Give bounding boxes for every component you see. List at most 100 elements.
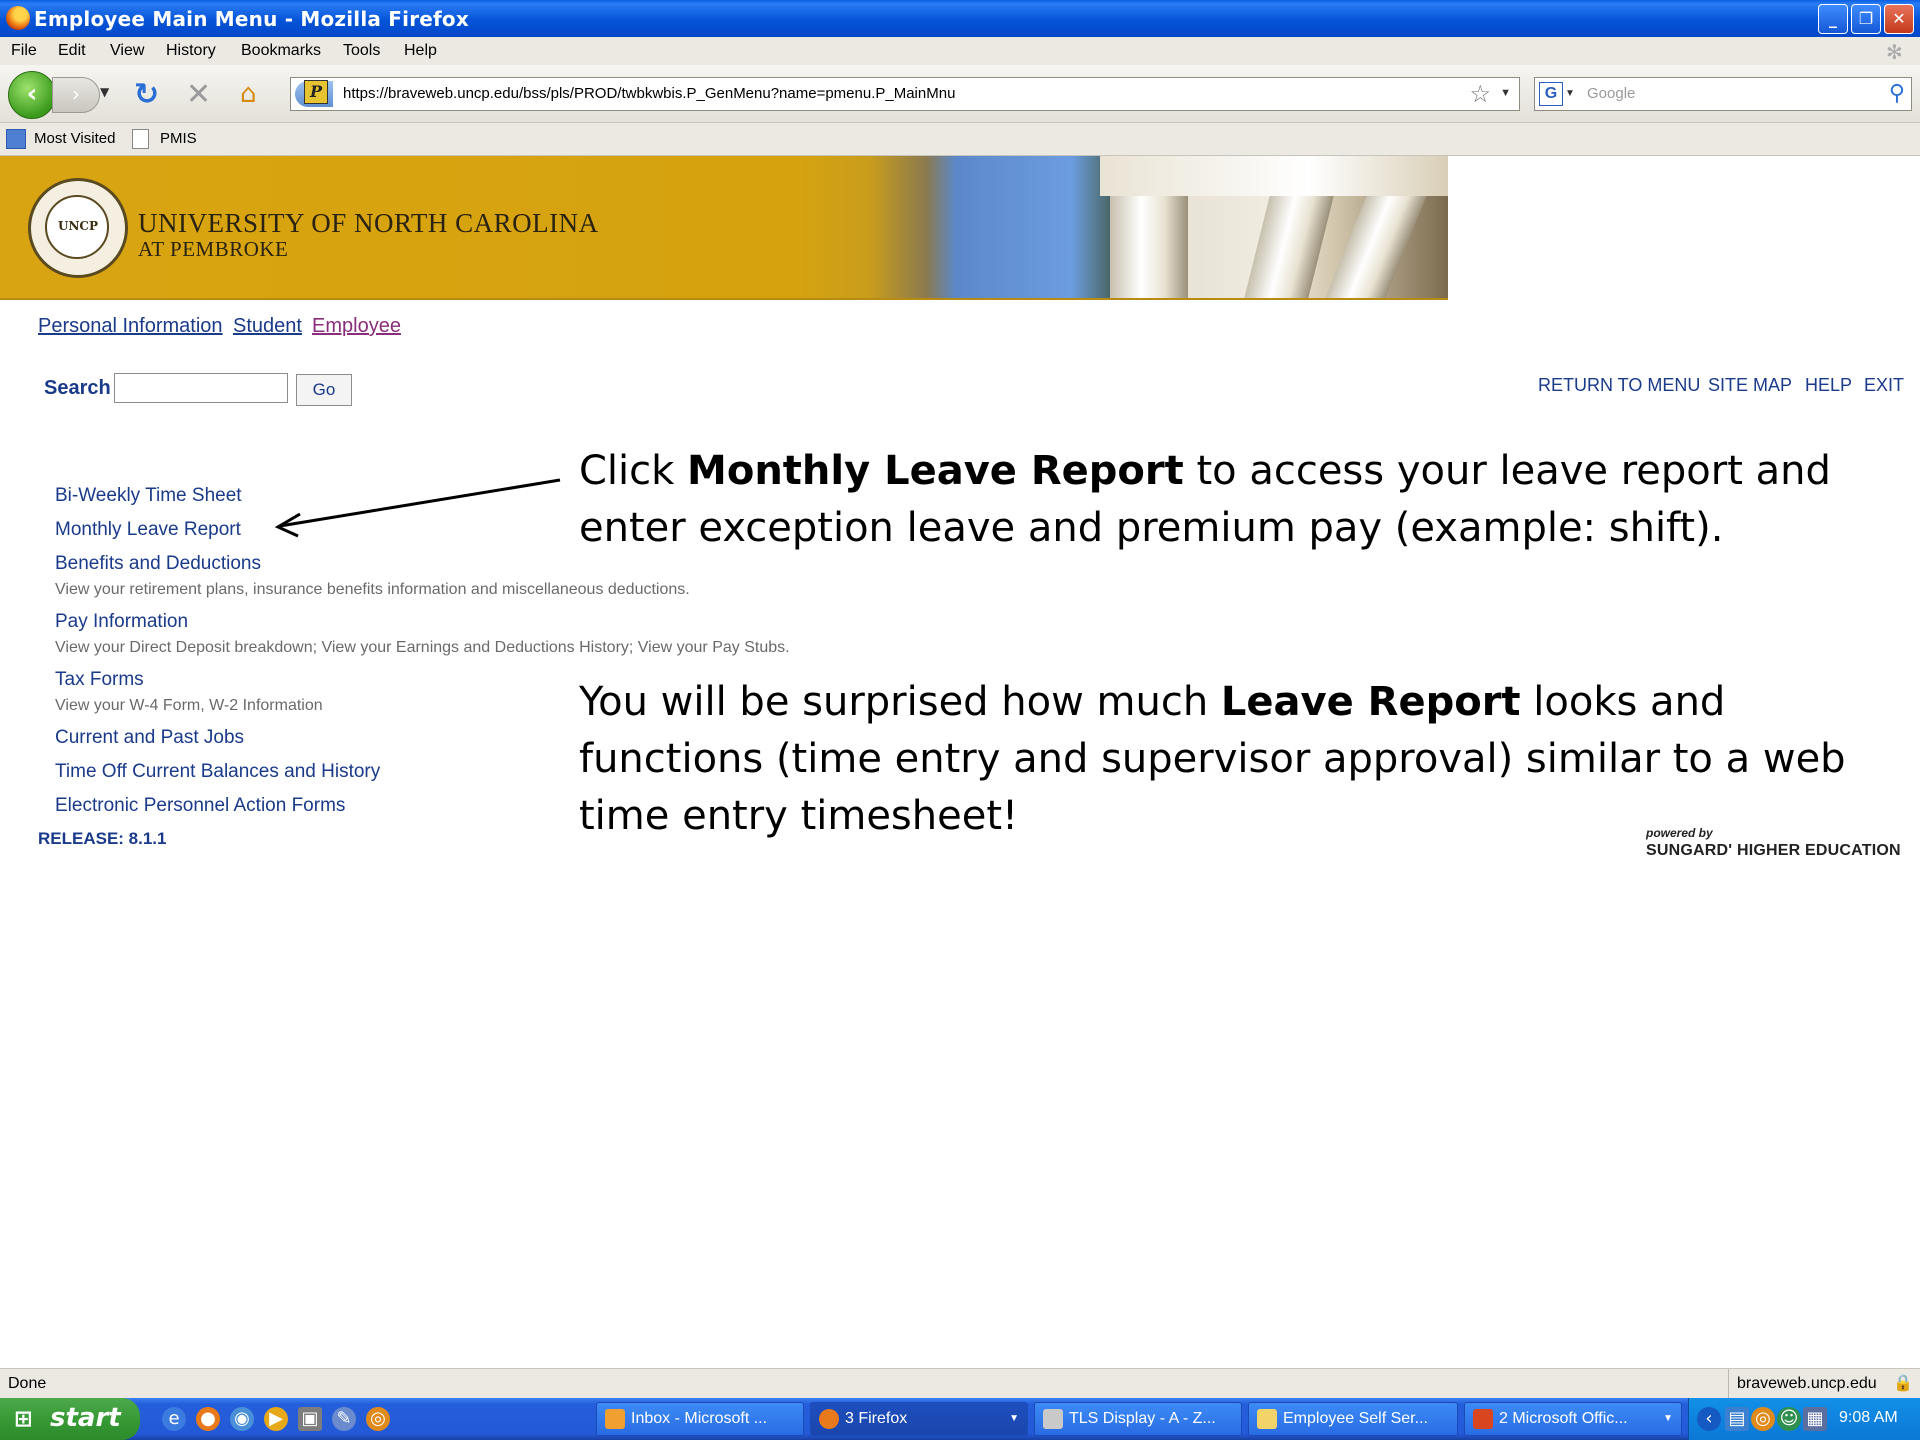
return-to-menu-link[interactable]: RETURN TO MENU	[1538, 375, 1700, 396]
status-bar: Done braveweb.uncp.edu 🔒	[0, 1368, 1920, 1399]
arrow-right-icon: ›	[72, 82, 80, 106]
site-map-link[interactable]: SITE MAP	[1708, 375, 1792, 396]
stop-icon[interactable]: ✕	[186, 77, 211, 112]
menu-history[interactable]: History	[166, 42, 216, 60]
outlook-icon	[605, 1409, 625, 1429]
task-microsoft-office[interactable]: 2 Microsoft Offic... ▼	[1464, 1402, 1682, 1436]
page-icon	[132, 129, 149, 149]
task-label: Inbox - Microsoft ...	[631, 1410, 768, 1427]
back-button[interactable]: ‹	[8, 71, 56, 119]
app-icon[interactable]: ✎	[332, 1407, 356, 1431]
url-dropdown-icon[interactable]: ▼	[1500, 87, 1511, 99]
desktop-icon[interactable]: ▣	[298, 1407, 322, 1431]
status-domain[interactable]: braveweb.uncp.edu	[1737, 1375, 1877, 1393]
banner-roof	[1100, 156, 1448, 196]
status-text: Done	[8, 1375, 47, 1392]
sungard-logo: SUNGARD' HIGHER EDUCATION	[1646, 842, 1901, 859]
callout-arrow	[274, 478, 561, 538]
bookmarks-toolbar: Most Visited PMIS	[0, 123, 1920, 156]
menu-tools[interactable]: Tools	[343, 42, 380, 60]
start-label: start	[50, 1403, 121, 1433]
search-placeholder[interactable]: Google	[1587, 85, 1635, 102]
app-icon[interactable]: ◉	[230, 1407, 254, 1431]
minimize-button[interactable]: _	[1818, 4, 1848, 34]
university-banner: UNCP UNIVERSITY OF NORTH CAROLINA AT PEM…	[0, 156, 1448, 300]
task-label: 2 Microsoft Offic...	[1499, 1410, 1628, 1427]
tab-student[interactable]: Student	[233, 315, 302, 338]
go-button[interactable]: Go	[296, 374, 352, 406]
group-dropdown-icon: ▼	[1663, 1413, 1673, 1424]
outlook-icon[interactable]: ◎	[366, 1407, 390, 1431]
note-bold: Leave Report	[1220, 679, 1521, 725]
release-label: RELEASE: 8.1.1	[38, 829, 167, 848]
search-label: Search	[44, 377, 111, 399]
clock[interactable]: 9:08 AM	[1839, 1409, 1898, 1427]
tray-app-icon[interactable]: ◎	[1751, 1407, 1775, 1431]
media-player-icon[interactable]: ▶	[264, 1407, 288, 1431]
tab-personal-information[interactable]: Personal Information	[38, 315, 223, 338]
history-dropdown-icon[interactable]: ▼	[100, 85, 109, 99]
search-box[interactable]: G ▼ Google ⚲	[1534, 77, 1912, 111]
electronic-personnel-action-forms-link[interactable]: Electronic Personnel Action Forms	[55, 795, 345, 817]
bookmark-pmis[interactable]: PMIS	[160, 130, 197, 147]
pay-information-description: View your Direct Deposit breakdown; View…	[55, 639, 790, 656]
home-icon[interactable]: ⌂	[240, 79, 257, 109]
current-and-past-jobs-link[interactable]: Current and Past Jobs	[55, 727, 244, 749]
engine-dropdown-icon[interactable]: ▼	[1565, 88, 1575, 99]
menu-help[interactable]: Help	[404, 42, 437, 60]
search-input[interactable]	[114, 373, 288, 403]
benefits-and-deductions-link[interactable]: Benefits and Deductions	[55, 553, 261, 575]
tray-expand-icon[interactable]: ‹	[1697, 1407, 1721, 1431]
forward-button[interactable]: ›	[52, 77, 100, 113]
close-button[interactable]: ✕	[1884, 4, 1914, 34]
tax-forms-link[interactable]: Tax Forms	[55, 669, 144, 691]
menu-view[interactable]: View	[110, 42, 144, 60]
window-title: Employee Main Menu - Mozilla Firefox	[34, 7, 469, 31]
lock-icon[interactable]: 🔒	[1893, 1373, 1913, 1393]
reload-icon[interactable]: ↻	[134, 77, 159, 112]
ie-icon[interactable]: e	[162, 1407, 186, 1431]
firefox-quicklaunch-icon[interactable]: ●	[196, 1407, 220, 1431]
pay-information-link[interactable]: Pay Information	[55, 611, 188, 633]
callout-text: Click	[579, 448, 688, 494]
magnifier-icon[interactable]: ⚲	[1889, 80, 1905, 106]
monthly-leave-report-link[interactable]: Monthly Leave Report	[55, 519, 241, 541]
google-icon[interactable]: G	[1539, 82, 1563, 106]
tray-users-icon[interactable]: ☺	[1777, 1407, 1801, 1431]
menu-bookmarks[interactable]: Bookmarks	[241, 42, 321, 60]
task-firefox[interactable]: 3 Firefox ▼	[810, 1402, 1028, 1436]
system-tray: ‹ ▤ ◎ ☺ ▦ 9:08 AM	[1688, 1398, 1920, 1440]
menu-file[interactable]: File	[11, 42, 37, 60]
windows-flag-icon: ⊞	[14, 1407, 33, 1432]
url-bar[interactable]: P https://braveweb.uncp.edu/bss/pls/PROD…	[290, 77, 1520, 111]
firefox-icon	[6, 6, 30, 30]
bookmark-star-icon[interactable]: ☆	[1469, 80, 1491, 109]
menu-edit[interactable]: Edit	[58, 42, 86, 60]
help-link[interactable]: HELP	[1805, 375, 1852, 396]
window-titlebar: Employee Main Menu - Mozilla Firefox _ ❐…	[0, 0, 1920, 37]
benefits-description: View your retirement plans, insurance be…	[55, 581, 690, 598]
restore-button[interactable]: ❐	[1851, 4, 1881, 34]
callout-bold: Monthly Leave Report	[687, 448, 1184, 494]
tab-employee[interactable]: Employee	[312, 315, 401, 338]
task-tls-display[interactable]: TLS Display - A - Z...	[1034, 1402, 1242, 1436]
office-icon	[1473, 1409, 1493, 1429]
callout-text: to access your leave report and	[1183, 448, 1831, 494]
tray-app-icon[interactable]: ▤	[1725, 1407, 1749, 1431]
note-text-line: You will be surprised how much Leave Rep…	[579, 674, 1725, 731]
callout-text-line: enter exception leave and premium pay (e…	[579, 505, 1724, 551]
most-visited-icon	[6, 129, 26, 149]
time-off-balances-link[interactable]: Time Off Current Balances and History	[55, 761, 380, 783]
bi-weekly-time-sheet-link[interactable]: Bi-Weekly Time Sheet	[55, 485, 242, 507]
exit-link[interactable]: EXIT	[1864, 375, 1904, 396]
url-text[interactable]: https://braveweb.uncp.edu/bss/pls/PROD/t…	[343, 85, 955, 102]
task-employee-self-service[interactable]: Employee Self Ser...	[1248, 1402, 1458, 1436]
task-inbox[interactable]: Inbox - Microsoft ...	[596, 1402, 804, 1436]
note-text-line: time entry timesheet!	[579, 793, 1019, 839]
bookmark-most-visited[interactable]: Most Visited	[34, 130, 115, 147]
menu-bar: File Edit View History Bookmarks Tools H…	[0, 37, 1920, 65]
site-favicon-icon: P	[304, 80, 328, 104]
start-button[interactable]: ⊞ start	[0, 1398, 140, 1440]
status-security-panel: braveweb.uncp.edu 🔒	[1728, 1369, 1920, 1399]
tray-network-icon[interactable]: ▦	[1803, 1407, 1827, 1431]
